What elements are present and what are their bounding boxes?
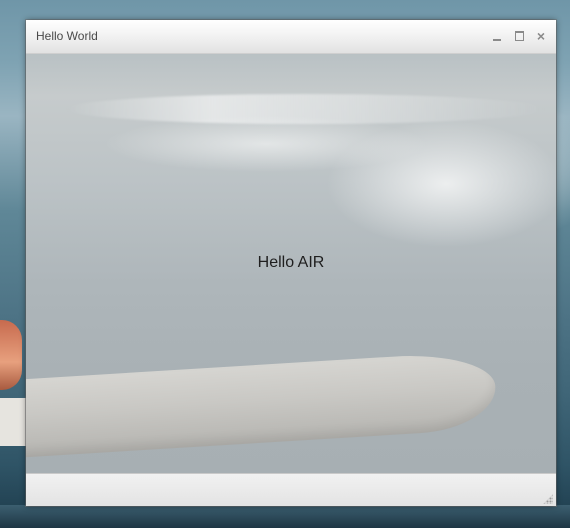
status-bar xyxy=(26,473,556,506)
title-bar[interactable]: Hello World × xyxy=(26,20,556,54)
wave-foam-detail xyxy=(66,94,546,124)
resize-grip-icon[interactable] xyxy=(543,494,553,504)
surfboard-detail xyxy=(26,350,498,460)
hello-label: Hello AIR xyxy=(257,254,325,271)
close-button[interactable]: × xyxy=(532,27,550,45)
app-window: Hello World × Hello AIR xyxy=(26,20,556,506)
maximize-button[interactable] xyxy=(510,27,528,45)
water-photo-detail xyxy=(0,505,570,528)
surfer-photo-detail xyxy=(0,320,22,390)
window-controls: × xyxy=(488,27,550,45)
maximize-icon xyxy=(514,31,524,41)
close-icon: × xyxy=(536,28,546,44)
window-title: Hello World xyxy=(36,29,98,43)
minimize-icon xyxy=(493,38,501,41)
window-content: Hello AIR xyxy=(26,54,556,473)
minimize-button[interactable] xyxy=(488,27,506,45)
